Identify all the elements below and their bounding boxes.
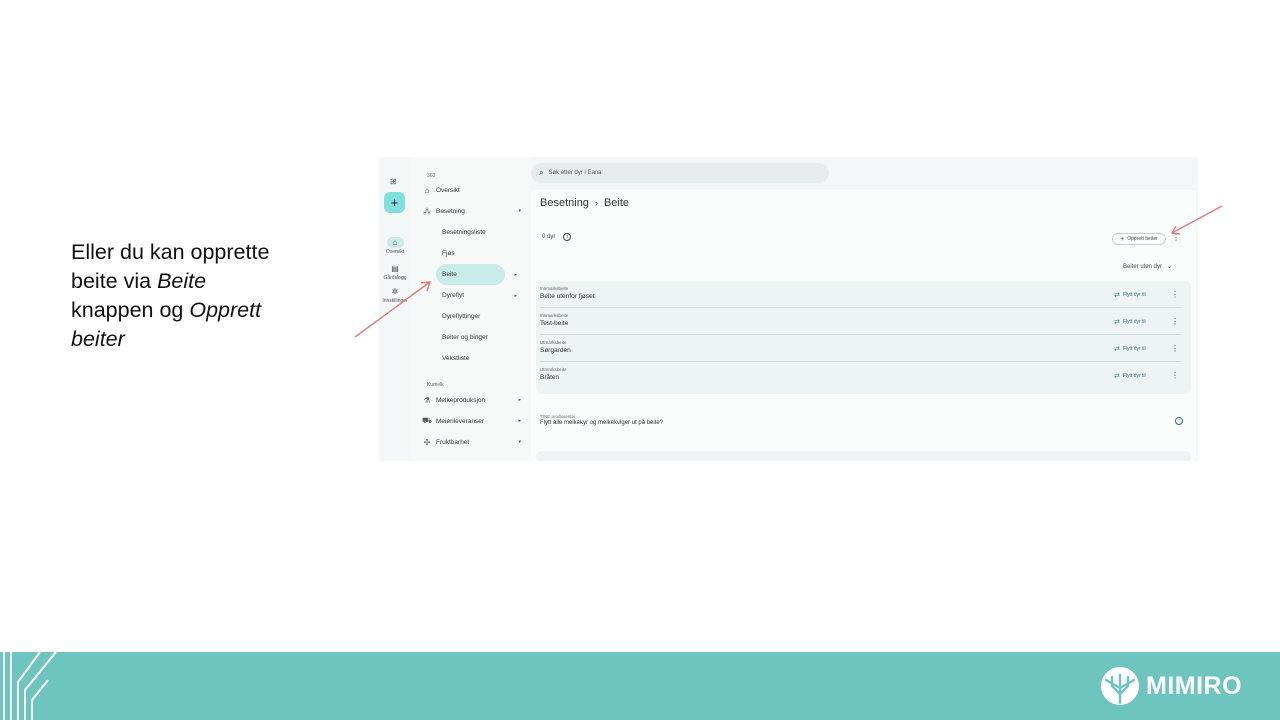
rail-item-farm-log[interactable]: ▤ Gårdslogg	[379, 263, 411, 281]
sidebar: 360 ⌂ Oversikt ⁂ Besetning ▾ Besetningsl…	[411, 157, 531, 461]
swap-icon: ⇄	[1114, 319, 1120, 326]
more-vert-icon[interactable]: ⋮	[1171, 290, 1179, 299]
pasture-list: Innmarksbeite Beite utenfor fjøset ⇄ Flyt…	[536, 281, 1191, 394]
settings-icon: ✲	[391, 287, 399, 296]
filter-dropdown[interactable]: Beiter uten dyr ⌄	[1123, 263, 1172, 270]
more-vert-icon[interactable]: ⋮	[1171, 344, 1179, 353]
breadcrumb-parent[interactable]: Besetning	[540, 197, 589, 209]
mimiro-logo: MIMIRO	[1100, 665, 1242, 707]
beite-emphasis: Beite	[157, 269, 207, 293]
truck-icon: ⛟	[421, 416, 433, 425]
brand-name: MIMIRO	[1146, 671, 1243, 700]
menu-collapse-icon[interactable]: ⊞	[390, 177, 397, 186]
breadcrumb: Besetning › Beite	[540, 197, 629, 209]
logbook-icon: ▤	[391, 264, 399, 273]
app-screenshot: ⊞ + ⌂ Oversikt ▤ Gårdslogg ✲ Innstilling…	[379, 157, 1198, 461]
content-panel: Besetning › Beite 0 dyr i + Opprett beiter…	[531, 190, 1196, 461]
home-icon: ⌂	[386, 237, 404, 248]
slide: Eller du kan opprette beite via Beite kn…	[0, 0, 1280, 720]
create-pasture-button[interactable]: + Opprett beiter	[1112, 233, 1166, 245]
section-label-360: 360	[427, 173, 436, 179]
move-animals-button[interactable]: ⇄ Flytt dyr til	[1114, 345, 1146, 353]
mimiro-tree-icon	[1101, 667, 1139, 705]
animal-count: 0 dyr i	[542, 233, 572, 241]
decorative-lines	[3, 652, 57, 720]
sidebar-item-dairy-deliveries[interactable]: ⛟ Meierileveranser ▸	[421, 411, 527, 431]
tine-label: TINE produsenter	[540, 414, 576, 419]
move-animals-button[interactable]: ⇄ Flytt dyr til	[1114, 291, 1146, 299]
rail-item-overview[interactable]: ⌂ Oversikt	[379, 237, 411, 255]
chevron-right-icon: ▸	[514, 271, 517, 278]
more-vert-icon[interactable]: ⋮	[1171, 317, 1179, 326]
sidebar-item-fertility[interactable]: ✣ Fruktbarhet ▾	[421, 432, 527, 452]
list-item[interactable]: Utmarksbeite Bråten ⇄ Flytt dyr til ⋮	[536, 362, 1191, 389]
search-icon: ⌕	[539, 168, 544, 177]
move-animals-button[interactable]: ⇄ Flytt dyr til	[1114, 372, 1146, 380]
swap-icon: ⇄	[1114, 346, 1120, 353]
move-animals-button[interactable]: ⇄ Flytt dyr til	[1114, 318, 1146, 326]
list-item[interactable]: Utmarksbeite Sørgarden ⇄ Flytt dyr til ⋮	[536, 335, 1191, 362]
sidebar-item-barn[interactable]: Fjøs	[436, 243, 505, 264]
add-button[interactable]: +	[384, 192, 405, 213]
chevron-down-icon: ⌄	[1167, 264, 1173, 270]
chevron-down-icon: ▾	[518, 439, 521, 445]
list-item[interactable]: Innmarksbeite Beite utenfor fjøset ⇄ Flyt…	[536, 281, 1191, 308]
sidebar-item-animal-flow[interactable]: Dyreflyt ▸	[436, 285, 517, 306]
instruction-line-1: Eller du kan opprette	[71, 240, 270, 264]
navigation-rail: ⊞ + ⌂ Oversikt ▤ Gårdslogg ✲ Innstilling…	[379, 157, 411, 461]
footer-band: MIMIRO	[0, 652, 1280, 720]
more-vert-icon[interactable]: ⋮	[1172, 233, 1180, 242]
sidebar-item-pastures-and-pens[interactable]: Beiter og binger	[436, 327, 505, 348]
search-placeholder: Søk etter dyr i Eana	[548, 170, 602, 176]
milk-icon: ⚗	[423, 395, 431, 405]
sidebar-item-milk-production[interactable]: ⚗ Melkeproduksjon ▸	[421, 390, 527, 410]
swap-icon: ⇄	[1114, 373, 1120, 380]
sidebar-item-overview[interactable]: ⌂ Oversikt	[421, 180, 527, 200]
rail-item-settings[interactable]: ✲ Innstillinger	[379, 286, 411, 304]
breadcrumb-current: Beite	[603, 197, 630, 209]
search-input[interactable]: ⌕ Søk etter dyr i Eana	[531, 163, 829, 183]
sidebar-item-growth-list[interactable]: Vekstliste	[436, 348, 505, 369]
section-label-kumelk: Kumelk	[427, 382, 444, 388]
opprett-emphasis: Opprett	[189, 298, 262, 322]
chevron-right-icon: ▸	[518, 418, 521, 424]
fertility-icon: ✣	[423, 437, 431, 447]
home-icon: ⌂	[424, 185, 430, 195]
info-icon[interactable]: i	[1175, 417, 1183, 425]
info-icon[interactable]: i	[563, 233, 572, 241]
chevron-right-icon: ▸	[514, 292, 517, 299]
sidebar-item-pasture[interactable]: Beite ▸	[436, 264, 517, 285]
chevron-right-icon: ▸	[518, 397, 521, 403]
more-vert-icon[interactable]: ⋮	[1171, 371, 1179, 380]
instruction-text: Eller du kan opprette beite via Beite kn…	[71, 238, 331, 354]
list-item[interactable]: Innmarksbeite Test-beite ⇄ Flytt dyr til …	[536, 308, 1191, 335]
chevron-down-icon: ▾	[518, 208, 521, 214]
tine-question: Flytt alle melkekyr og melkekviger ut på…	[540, 420, 664, 426]
instruction-line-2: beite via Beite	[71, 269, 207, 293]
plus-icon: +	[1120, 235, 1125, 243]
sidebar-item-herd-list[interactable]: Besetningsliste	[436, 222, 505, 243]
chevron-right-icon: ›	[594, 198, 598, 208]
bottom-card	[536, 451, 1191, 461]
sidebar-item-animal-moves[interactable]: Dyreflyttinger	[436, 306, 505, 327]
herd-icon: ⁂	[423, 206, 431, 216]
swap-icon: ⇄	[1114, 292, 1120, 299]
instruction-line-4: beiter	[71, 325, 331, 354]
sidebar-item-herd[interactable]: ⁂ Besetning ▾	[421, 201, 527, 221]
instruction-line-3: knappen og Opprett	[71, 298, 262, 322]
main-area: ⌕ Søk etter dyr i Eana Besetning › Beite 0…	[531, 157, 1198, 461]
beiter-emphasis: beiter	[71, 327, 125, 351]
